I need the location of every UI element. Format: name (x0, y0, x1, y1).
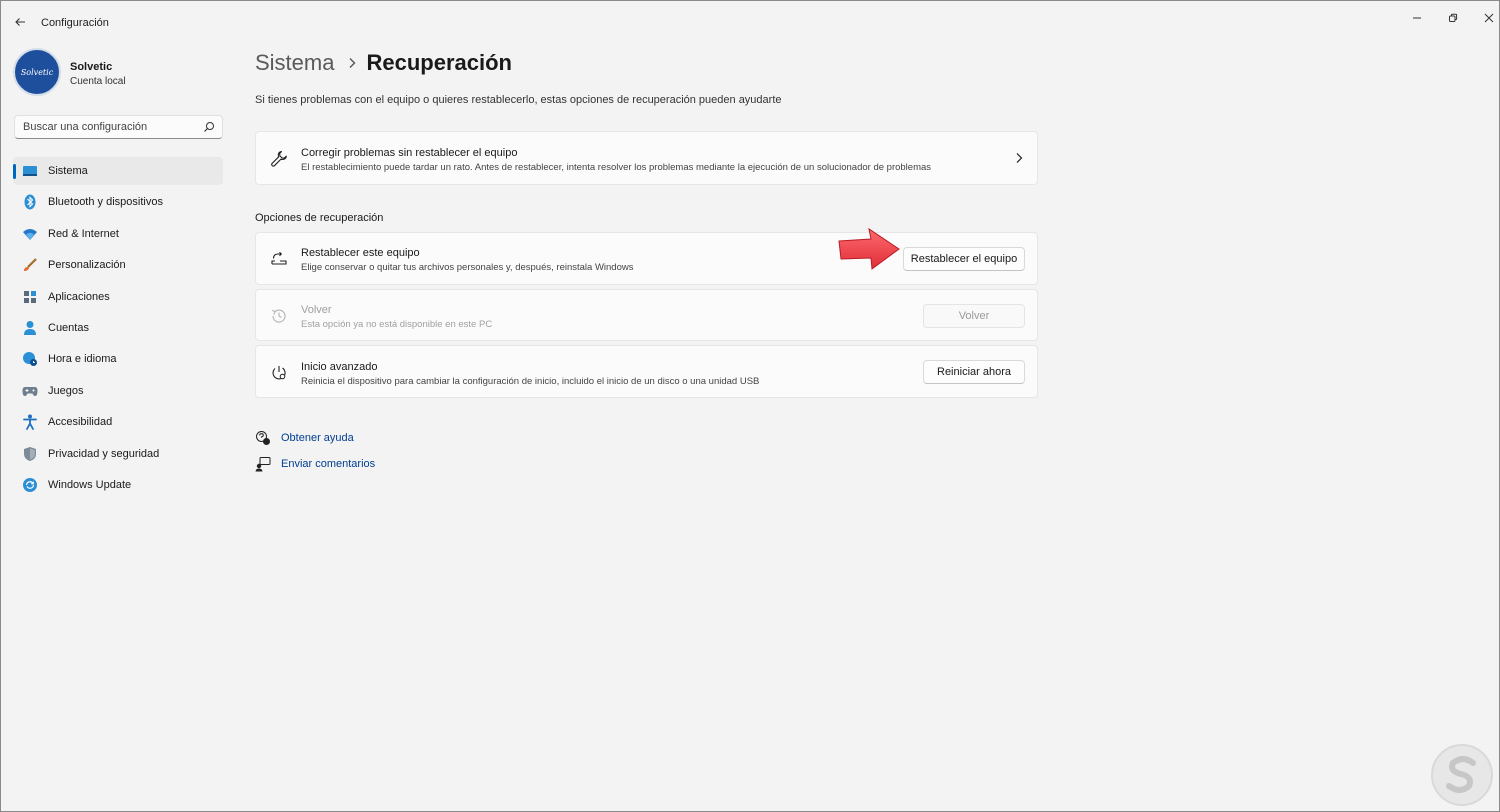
sidebar-nav: Sistema Bluetooth y dispositivos Red & I… (13, 157, 223, 502)
chevron-right-icon (348, 57, 356, 69)
option-title: Volver (301, 304, 332, 316)
sidebar-item-red[interactable]: Red & Internet (13, 220, 223, 248)
sidebar-item-juegos[interactable]: Juegos (13, 377, 223, 405)
update-icon (22, 477, 38, 493)
system-icon (22, 163, 38, 179)
search-icon[interactable] (203, 121, 215, 133)
avatar: Solvetic (13, 48, 61, 96)
sidebar-item-label: Personalización (48, 259, 126, 272)
apps-icon (22, 289, 38, 305)
sidebar-item-label: Red & Internet (48, 227, 119, 240)
sidebar-item-label: Hora e idioma (48, 353, 117, 366)
page-title: Recuperación (366, 50, 512, 75)
option-description: Elige conservar o quitar tus archivos pe… (301, 262, 634, 273)
globe-clock-icon (22, 351, 38, 367)
sidebar-item-label: Sistema (48, 165, 88, 177)
sidebar-item-label: Cuentas (48, 321, 89, 334)
sidebar-item-aplicaciones[interactable]: Aplicaciones (13, 283, 223, 311)
restore-icon (1449, 13, 1458, 22)
help-links: Obtener ayuda Enviar comentarios (255, 425, 375, 477)
chevron-right-icon (1016, 153, 1023, 163)
back-arrow-icon (15, 18, 25, 26)
help-chat-icon (255, 430, 271, 446)
sidebar-item-windows-update[interactable]: Windows Update (13, 471, 223, 499)
accessibility-icon (22, 414, 38, 431)
person-icon (22, 320, 38, 336)
app-title: Configuración (41, 17, 109, 29)
gamepad-icon (22, 383, 38, 399)
bluetooth-icon (22, 194, 38, 210)
get-help-label: Obtener ayuda (281, 432, 354, 444)
brush-icon (22, 257, 38, 273)
send-feedback-label: Enviar comentarios (281, 458, 376, 470)
option-description: Esta opción ya no está disponible en est… (301, 319, 493, 330)
sidebar-item-label: Windows Update (48, 478, 132, 491)
get-help-link[interactable]: Obtener ayuda (255, 425, 375, 451)
sidebar-item-sistema[interactable]: Sistema (13, 157, 223, 185)
wrench-icon (269, 149, 289, 169)
maximize-button[interactable] (1435, 7, 1471, 29)
reset-pc-button[interactable]: Restablecer el equipo (903, 247, 1025, 271)
close-icon (1484, 13, 1494, 23)
sidebar-item-label: Bluetooth y dispositivos (48, 196, 163, 209)
sidebar-item-hora[interactable]: Hora e idioma (13, 345, 223, 373)
page-subtitle: Si tienes problemas con el equipo o quie… (255, 94, 782, 106)
annotation-arrow-icon (838, 227, 900, 270)
section-heading: Opciones de recuperación (255, 212, 384, 224)
back-button[interactable] (9, 11, 31, 33)
wifi-icon (22, 226, 38, 242)
close-button[interactable] (1471, 7, 1500, 29)
history-icon (269, 306, 289, 326)
solvetic-watermark-icon (1431, 744, 1493, 806)
minimize-button[interactable] (1399, 7, 1435, 29)
user-profile[interactable]: Solvetic Solvetic Cuenta local (13, 48, 223, 98)
option-card-go-back: Volver Esta opción ya no está disponible… (255, 289, 1038, 341)
troubleshoot-card[interactable]: Corregir problemas sin restablecer el eq… (255, 131, 1038, 185)
option-card-reset: Restablecer este equipo Elige conservar … (255, 232, 1038, 285)
minimize-icon (1413, 17, 1421, 19)
avatar-logo-text: Solvetic (20, 67, 54, 77)
sidebar-item-label: Juegos (48, 384, 84, 397)
sidebar-item-personalizacion[interactable]: Personalización (13, 251, 223, 279)
sidebar-item-bluetooth[interactable]: Bluetooth y dispositivos (13, 188, 223, 216)
search-input[interactable] (15, 116, 195, 138)
account-type: Cuenta local (70, 76, 126, 87)
sidebar-item-label: Aplicaciones (48, 290, 110, 303)
profile-name: Solvetic (70, 61, 113, 73)
option-card-advanced-startup: Inicio avanzado Reinicia el dispositivo … (255, 345, 1038, 398)
search-box (14, 115, 223, 139)
option-title: Inicio avanzado (301, 361, 378, 373)
advanced-startup-icon (269, 363, 289, 383)
troubleshoot-description: El restablecimiento puede tardar un rato… (301, 162, 932, 173)
sidebar-item-cuentas[interactable]: Cuentas (13, 314, 223, 342)
restart-now-button[interactable]: Reiniciar ahora (923, 360, 1025, 384)
send-feedback-link[interactable]: Enviar comentarios (255, 451, 375, 477)
sidebar-item-accesibilidad[interactable]: Accesibilidad (13, 408, 223, 436)
option-title: Restablecer este equipo (301, 247, 420, 259)
troubleshoot-title: Corregir problemas sin restablecer el eq… (301, 147, 518, 159)
title-bar: Configuración (1, 1, 1499, 41)
reset-pc-icon (269, 249, 289, 269)
settings-window: Configuración Solvetic Solvetic Cuenta l… (0, 0, 1500, 812)
sidebar-item-privacidad[interactable]: Privacidad y seguridad (13, 440, 223, 468)
feedback-icon (255, 456, 271, 472)
option-description: Reinicia el dispositivo para cambiar la … (301, 376, 760, 387)
breadcrumb-parent[interactable]: Sistema (255, 50, 334, 76)
go-back-button[interactable]: Volver (923, 304, 1025, 328)
breadcrumb: Sistema Recuperación (255, 50, 512, 76)
shield-icon (22, 446, 38, 462)
sidebar-item-label: Accesibilidad (48, 416, 113, 429)
sidebar-item-label: Privacidad y seguridad (48, 447, 160, 460)
